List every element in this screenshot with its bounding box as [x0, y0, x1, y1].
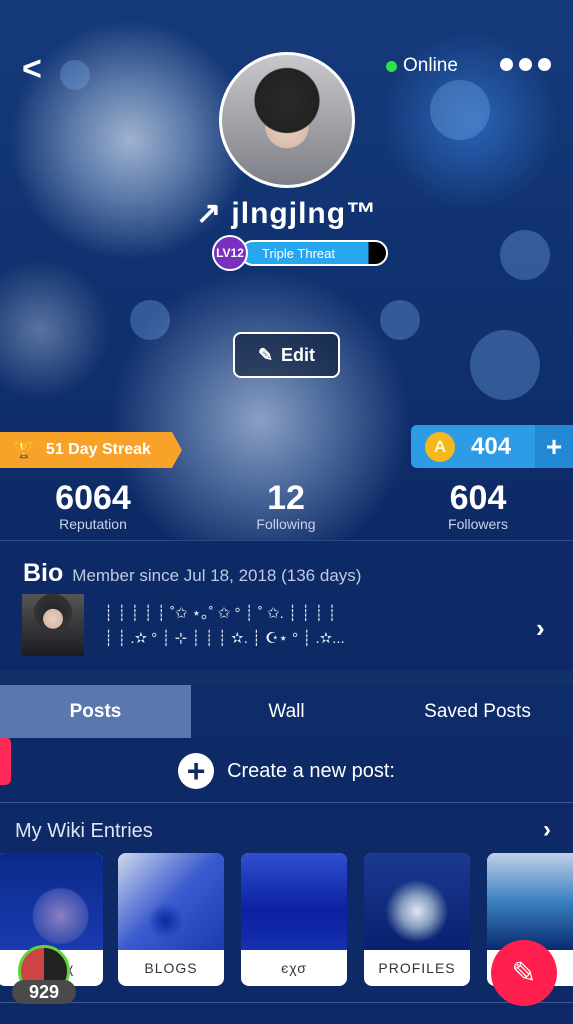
more-options-button[interactable]	[500, 58, 551, 71]
bio-title: Bio	[23, 559, 64, 587]
chevron-right-icon[interactable]: ›	[536, 613, 545, 644]
chevron-right-icon[interactable]: ›	[543, 816, 551, 844]
tab-posts[interactable]: Posts	[0, 685, 191, 738]
edit-icon: ✎	[257, 344, 274, 365]
streak-badge[interactable]: 🏆 51 Day Streak	[0, 432, 182, 468]
bio-image	[22, 594, 84, 656]
online-dot-icon	[386, 60, 397, 72]
tab-wall[interactable]: Wall	[191, 685, 382, 738]
online-count: 929	[12, 980, 76, 1004]
wiki-entry[interactable]: PROFILES	[364, 853, 470, 986]
bio-section[interactable]: Bio Member since Jul 18, 2018 (136 days) …	[0, 540, 573, 670]
member-title: Triple Threat	[240, 240, 388, 266]
edit-profile-button[interactable]: ✎ Edit	[233, 332, 340, 378]
coin-icon: A	[425, 431, 455, 462]
section-gap	[0, 670, 573, 685]
level-badge[interactable]: LV12 Triple Threat	[212, 235, 388, 271]
wiki-section-title[interactable]: My Wiki Entries	[15, 820, 153, 843]
divider	[0, 802, 573, 803]
username: ↗ jlngjlng™	[195, 197, 378, 230]
ellipsis-icon	[500, 58, 513, 71]
bio-text: ┊ ┊ ┊ ┊ ┊ ˚✩ ⋆｡˚ ✩ ° ┊ ˚ ✩. ┊ ┊ ┊ ┊ ┊ ┊ …	[104, 605, 345, 647]
member-since: Member since Jul 18, 2018 (136 days)	[72, 566, 362, 585]
stat-reputation: 6064 Reputation	[55, 479, 131, 532]
stat-followers[interactable]: 604 Followers	[398, 480, 558, 534]
wiki-entry[interactable]: єχσ	[241, 853, 347, 986]
stat-following[interactable]: 12 Following	[206, 480, 366, 534]
pencil-icon: ✎	[511, 956, 537, 990]
coins-widget[interactable]: A 404 +	[411, 425, 573, 468]
coin-balance: 404	[471, 432, 512, 460]
level-icon: LV12	[212, 235, 248, 271]
plus-circle-icon: +	[178, 753, 215, 789]
add-coins-button[interactable]: +	[535, 425, 573, 468]
avatar[interactable]	[219, 52, 355, 188]
online-status: Online	[386, 55, 458, 77]
back-button[interactable]: <	[22, 50, 42, 89]
tab-saved-posts[interactable]: Saved Posts	[382, 685, 573, 738]
create-post-button[interactable]: + Create a new post:	[0, 753, 573, 789]
compose-button[interactable]: ✎	[491, 940, 557, 1006]
wiki-entry[interactable]: BLOGS	[118, 853, 224, 986]
profile-tabs: Posts Wall Saved Posts	[0, 685, 573, 738]
trophy-icon: 🏆	[14, 442, 34, 459]
divider	[0, 1002, 573, 1003]
